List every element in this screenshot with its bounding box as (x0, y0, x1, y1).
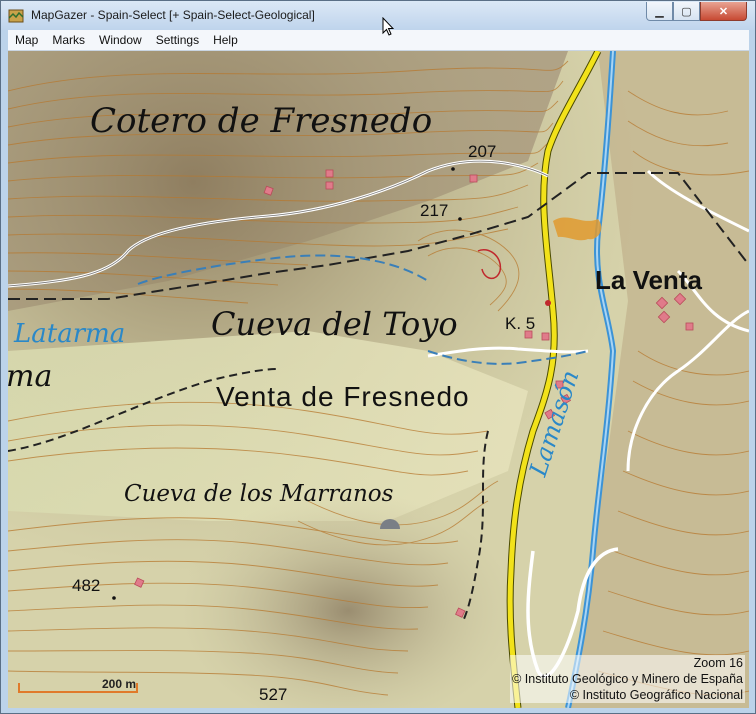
title-bar[interactable]: MapGazer - Spain-Select [+ Spain-Select-… (1, 1, 755, 30)
elevation-217: 217 (420, 201, 449, 220)
mouse-cursor-icon (382, 17, 394, 36)
label-km-marker: K. 5 (505, 314, 536, 333)
label-cueva-del-toyo: Cueva del Toyo (211, 305, 458, 343)
credit-ign: © Instituto Geográfico Nacional (510, 687, 745, 703)
app-window: MapGazer - Spain-Select [+ Spain-Select-… (0, 0, 756, 714)
label-la-venta: La Venta (595, 265, 702, 295)
close-button[interactable]: ✕ (700, 2, 747, 21)
label-cotero-de-fresnedo: Cotero de Fresnedo (90, 101, 433, 141)
menu-help[interactable]: Help (206, 30, 245, 50)
menu-map[interactable]: Map (8, 30, 45, 50)
menu-marks[interactable]: Marks (45, 30, 92, 50)
label-venta-de-fresnedo: Venta de Fresnedo (216, 381, 470, 412)
scale-bar: 200 m (18, 677, 138, 693)
menu-settings[interactable]: Settings (149, 30, 206, 50)
window-title: MapGazer - Spain-Select [+ Spain-Select-… (31, 8, 315, 22)
zoom-level: Zoom 16 (510, 655, 745, 671)
credit-igme: © Instituto Geológico y Minero de España (510, 671, 745, 687)
elevation-207: 207 (468, 142, 497, 161)
label-latarma: Latarma (14, 319, 126, 349)
scale-label: 200 m (101, 677, 136, 691)
menu-window[interactable]: Window (92, 30, 149, 50)
minimize-button[interactable]: ▁ (646, 2, 673, 21)
menu-bar: Map Marks Window Settings Help (8, 30, 749, 51)
label-ma: ma (8, 359, 53, 394)
map-terrain (8, 51, 749, 708)
elevation-527: 527 (259, 685, 288, 704)
elevation-482: 482 (72, 576, 101, 595)
map-attribution: Zoom 16 © Instituto Geológico y Minero d… (510, 655, 745, 703)
maximize-button[interactable]: ▢ (673, 2, 700, 21)
map-canvas[interactable]: Cotero de Fresnedo Cueva del Toyo Venta … (8, 51, 749, 708)
label-cueva-de-los-marranos: Cueva de los Marranos (124, 481, 394, 507)
app-icon (8, 9, 24, 23)
